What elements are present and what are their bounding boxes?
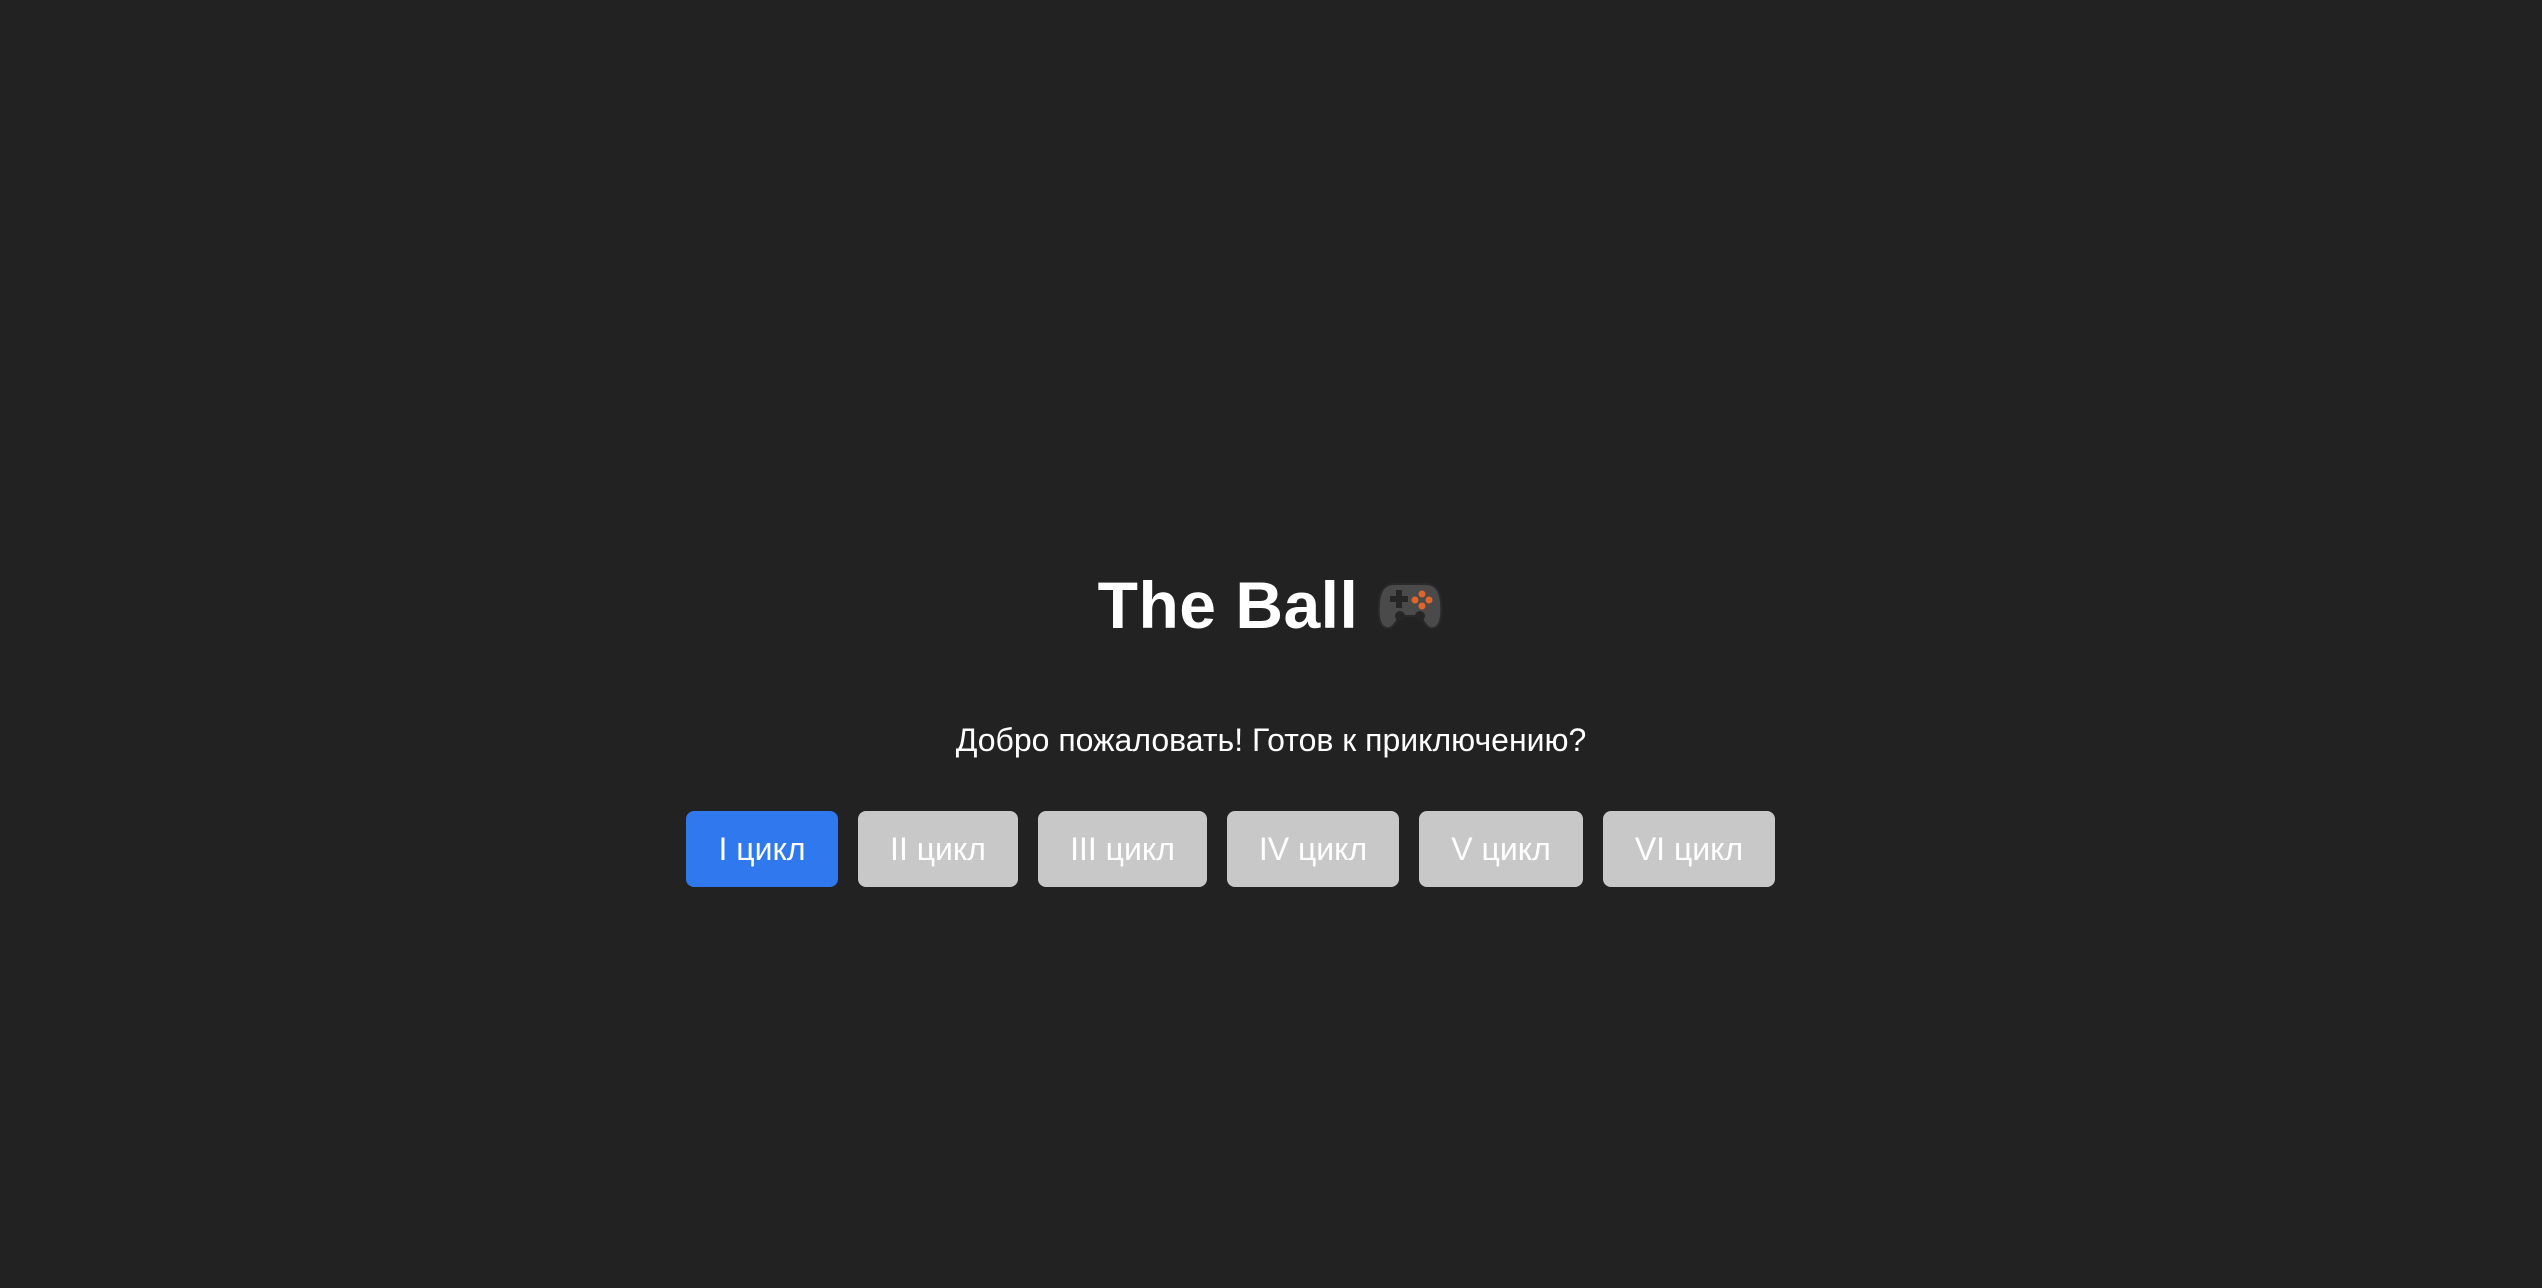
start-screen: The Ball Добро пожаловать! Готов к прикл… bbox=[0, 0, 2542, 1288]
cycle-6-button[interactable]: VI цикл bbox=[1603, 811, 1775, 887]
welcome-text: Добро пожаловать! Готов к приключению? bbox=[955, 722, 1587, 758]
title-row: The Ball bbox=[0, 560, 2542, 650]
cycle-2-button[interactable]: II цикл bbox=[858, 811, 1018, 887]
cycle-1-button[interactable]: I цикл bbox=[686, 811, 838, 887]
cycle-4-button[interactable]: IV цикл bbox=[1227, 811, 1399, 887]
gamepad-icon bbox=[1376, 574, 1444, 636]
cycle-3-button[interactable]: III цикл bbox=[1038, 811, 1207, 887]
cycle-5-button[interactable]: V цикл bbox=[1419, 811, 1583, 887]
page-title: The Ball bbox=[1097, 568, 1359, 642]
cycle-buttons: I цикл II цикл III цикл IV цикл V цикл V… bbox=[686, 811, 1775, 887]
